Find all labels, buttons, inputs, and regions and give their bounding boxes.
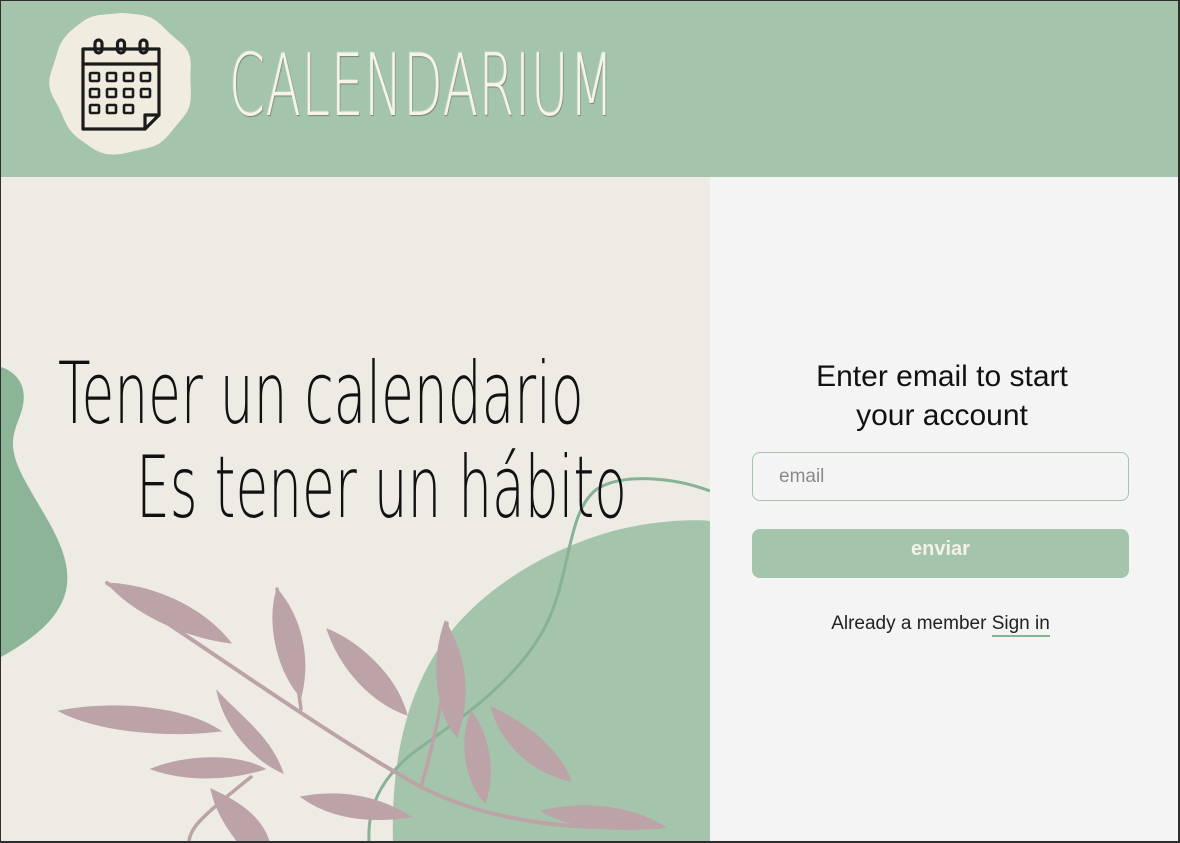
scalloped-badge bbox=[49, 13, 191, 155]
email-input[interactable] bbox=[752, 452, 1129, 501]
signup-title-line-1: Enter email to start bbox=[816, 360, 1068, 393]
logo-badge bbox=[47, 11, 195, 159]
member-prompt-line: Already a member Sign in bbox=[752, 613, 1129, 637]
brand-name: CALENDARIUM bbox=[229, 36, 615, 136]
top-header: CALENDARIUM bbox=[1, 1, 1178, 177]
app-frame: CALENDARIUM Tener un calendario Es tener… bbox=[1, 1, 1178, 841]
tagline-line-1: Tener un calendario bbox=[58, 344, 584, 444]
tagline-line-2: Es tener un hábito bbox=[136, 438, 627, 538]
signup-title: Enter email to start your account bbox=[752, 357, 1132, 435]
signup-panel: Enter email to start your account enviar… bbox=[710, 177, 1178, 841]
submit-button[interactable]: enviar bbox=[752, 529, 1129, 578]
signup-title-line-2: your account bbox=[856, 399, 1028, 432]
sign-in-link[interactable]: Sign in bbox=[991, 613, 1050, 637]
hero-tagline: Tener un calendario Es tener un hábito bbox=[58, 347, 627, 535]
hero-section: Tener un calendario Es tener un hábito bbox=[1, 177, 710, 841]
member-prompt-text: Already a member bbox=[831, 613, 987, 634]
calendar-icon bbox=[49, 13, 191, 155]
